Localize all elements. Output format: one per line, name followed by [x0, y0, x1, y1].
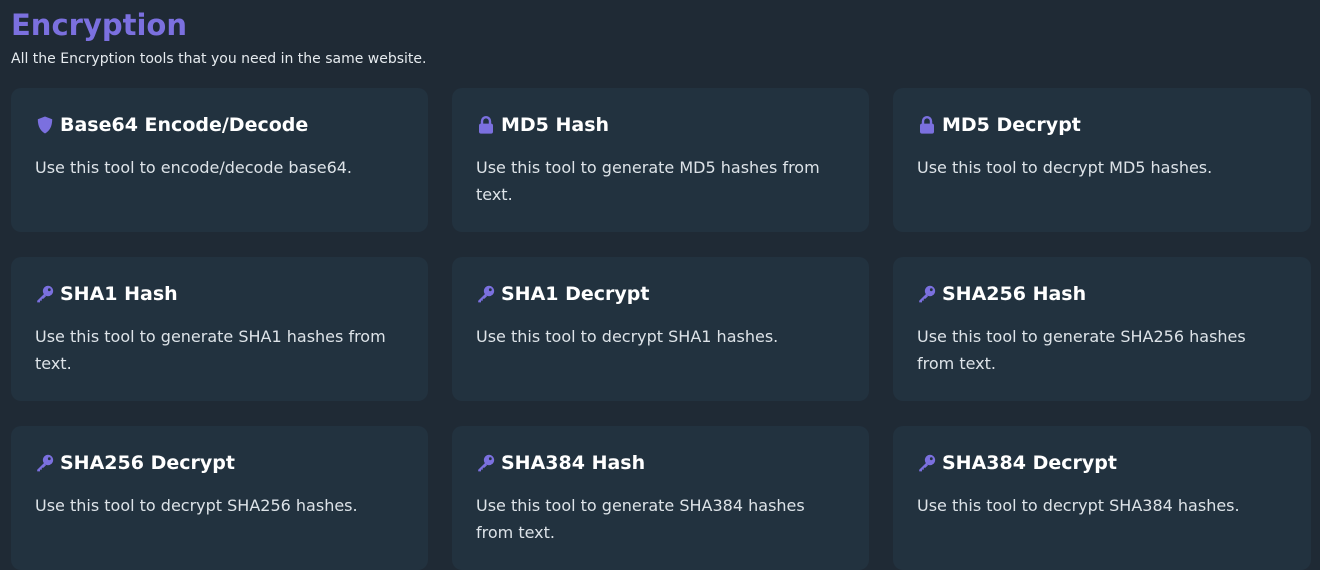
tool-card-description: Use this tool to encode/decode base64.: [35, 158, 353, 177]
tool-card-description: Use this tool to decrypt MD5 hashes.: [917, 158, 1213, 177]
tool-card-header: SHA1 Decrypt: [476, 281, 849, 307]
tool-card-description: Use this tool to decrypt SHA384 hashes.: [917, 496, 1240, 515]
tool-card-title: SHA1 Hash: [60, 283, 178, 305]
tool-card-title: MD5 Decrypt: [942, 114, 1081, 136]
page: Encryption All the Encryption tools that…: [0, 0, 1320, 570]
key-icon: [35, 453, 55, 473]
tool-card-header: SHA384 Hash: [476, 450, 849, 476]
lock-icon: [917, 115, 937, 135]
tool-card-title: SHA384 Decrypt: [942, 452, 1117, 474]
lock-icon: [476, 115, 496, 135]
tool-card-description: Use this tool to generate SHA1 hashes fr…: [35, 327, 386, 373]
tool-card-description: Use this tool to generate SHA384 hashes …: [476, 496, 805, 542]
tool-card-sha1-decrypt[interactable]: SHA1 Decrypt Use this tool to decrypt SH…: [452, 257, 869, 401]
tool-card-header: SHA384 Decrypt: [917, 450, 1291, 476]
key-icon: [917, 284, 937, 304]
page-subtitle: All the Encryption tools that you need i…: [11, 51, 427, 67]
tool-card-md5-decrypt[interactable]: MD5 Decrypt Use this tool to decrypt MD5…: [893, 88, 1311, 232]
tool-card-description: Use this tool to generate MD5 hashes fro…: [476, 158, 820, 204]
page-title: Encryption: [11, 8, 187, 42]
tool-card-md5-hash[interactable]: MD5 Hash Use this tool to generate MD5 h…: [452, 88, 869, 232]
shield-icon: [35, 115, 55, 135]
tool-card-sha384-hash[interactable]: SHA384 Hash Use this tool to generate SH…: [452, 426, 869, 570]
tool-card-sha256-hash[interactable]: SHA256 Hash Use this tool to generate SH…: [893, 257, 1311, 401]
tool-card-title: SHA384 Hash: [501, 452, 646, 474]
tool-card-title: SHA256 Hash: [942, 283, 1087, 305]
tool-card-base64-encode-decode[interactable]: Base64 Encode/Decode Use this tool to en…: [11, 88, 428, 232]
tool-card-title: SHA256 Decrypt: [60, 452, 235, 474]
tool-card-header: SHA256 Decrypt: [35, 450, 408, 476]
tool-grid: Base64 Encode/Decode Use this tool to en…: [11, 88, 1311, 570]
tool-card-sha1-hash[interactable]: SHA1 Hash Use this tool to generate SHA1…: [11, 257, 428, 401]
key-icon: [917, 453, 937, 473]
tool-card-title: SHA1 Decrypt: [501, 283, 650, 305]
key-icon: [35, 284, 55, 304]
tool-card-header: SHA256 Hash: [917, 281, 1291, 307]
tool-card-header: MD5 Decrypt: [917, 112, 1291, 138]
tool-card-header: MD5 Hash: [476, 112, 849, 138]
tool-card-description: Use this tool to decrypt SHA256 hashes.: [35, 496, 358, 515]
tool-card-title: MD5 Hash: [501, 114, 610, 136]
tool-card-sha384-decrypt[interactable]: SHA384 Decrypt Use this tool to decrypt …: [893, 426, 1311, 570]
tool-card-header: Base64 Encode/Decode: [35, 112, 408, 138]
key-icon: [476, 453, 496, 473]
key-icon: [476, 284, 496, 304]
tool-card-description: Use this tool to generate SHA256 hashes …: [917, 327, 1246, 373]
tool-card-sha256-decrypt[interactable]: SHA256 Decrypt Use this tool to decrypt …: [11, 426, 428, 570]
tool-card-header: SHA1 Hash: [35, 281, 408, 307]
tool-card-description: Use this tool to decrypt SHA1 hashes.: [476, 327, 779, 346]
tool-card-title: Base64 Encode/Decode: [60, 114, 309, 136]
